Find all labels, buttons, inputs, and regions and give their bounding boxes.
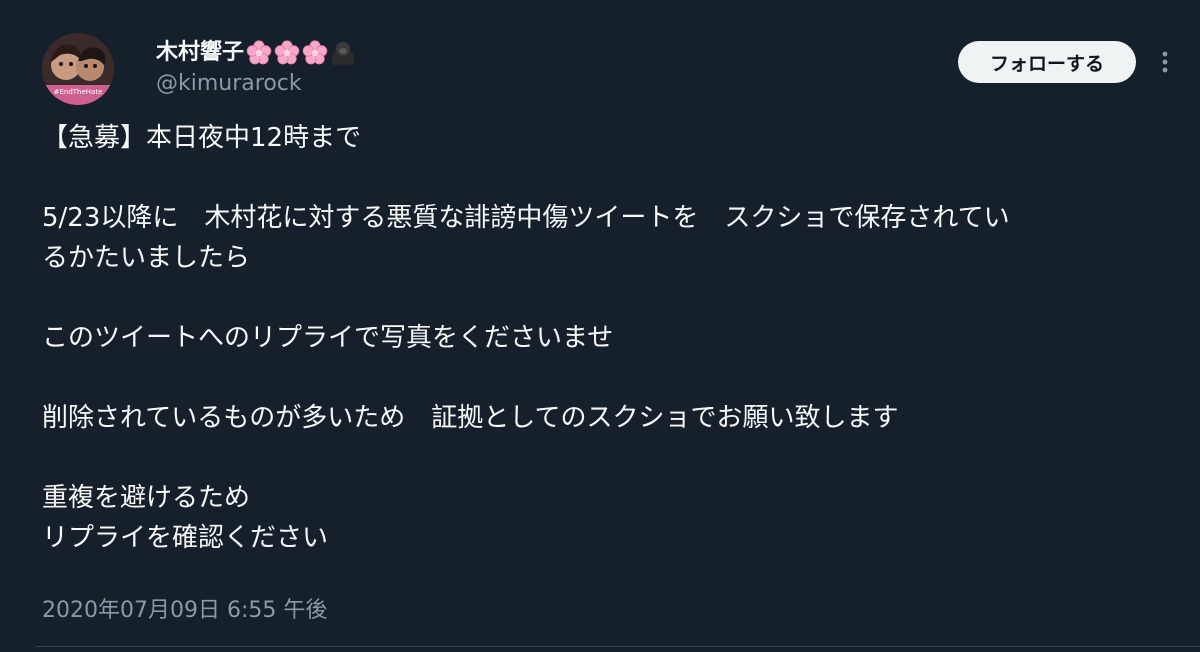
gorilla-icon [332, 42, 355, 65]
follow-button[interactable]: フォローする [958, 41, 1136, 83]
user-handle[interactable]: @kimurarock [156, 70, 302, 98]
display-name[interactable]: 木村響子 [156, 38, 357, 68]
tweet-line: リプライを確認ください [42, 523, 329, 553]
tweet-line: このツイートへのリプライで写真をくださいませ [42, 323, 614, 353]
tweet-text: 【急募】本日夜中12時まで 5/23以降に 木村花に対する悪質な誹謗中傷ツイート… [42, 118, 1172, 558]
divider [36, 646, 1200, 647]
flower-icon [246, 40, 272, 65]
more-vertical-icon[interactable] [1154, 48, 1176, 76]
tweet-line: 削除されているものが多いため 証拠としてのスクショでお願い致します [42, 403, 899, 433]
name-emoji-row [245, 39, 357, 67]
tweet-timestamp[interactable]: 2020年07月09日 6:55 午後 [42, 596, 327, 626]
display-name-text: 木村響子 [156, 40, 245, 65]
tweet-line: 【急募】本日夜中12時まで [42, 123, 362, 153]
flower-icon [274, 40, 300, 65]
avatar[interactable]: #EndTheHate [42, 33, 114, 105]
tweet-line: 5/23以降に 木村花に対する悪質な誹謗中傷ツイートを スクショで保存されてい [42, 203, 1010, 233]
tweet-line: 重複を避けるため [42, 483, 251, 513]
flower-icon [302, 40, 328, 65]
tweet-line: るかたいましたら [42, 243, 251, 273]
avatar-caption: #EndTheHate [53, 88, 103, 96]
